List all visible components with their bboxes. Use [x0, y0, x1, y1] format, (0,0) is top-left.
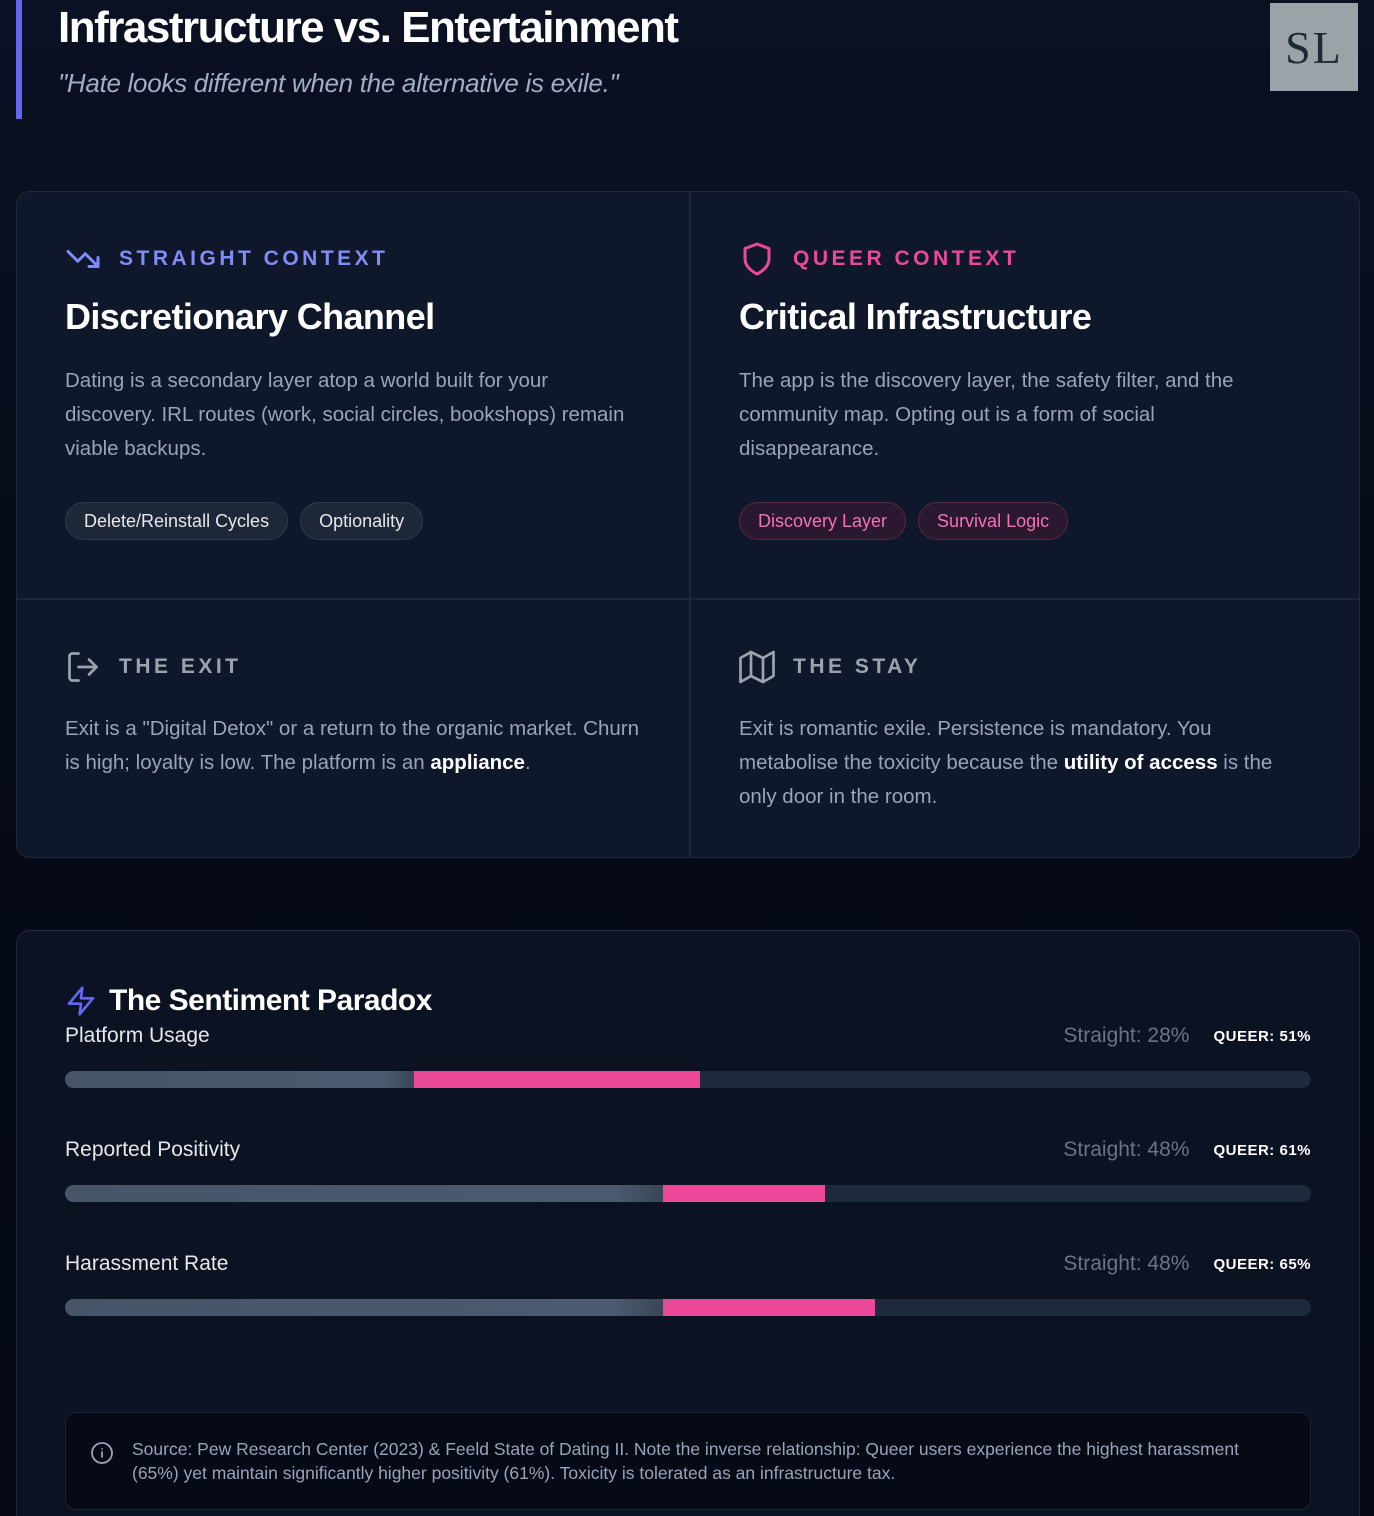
site-logo[interactable]: SL: [1270, 3, 1358, 91]
tag-optionality[interactable]: Optionality: [300, 502, 424, 540]
trending-down-icon: [66, 250, 100, 268]
queer-value: QUEER: 61%: [1213, 1141, 1311, 1159]
straight-bar-fill: [65, 1299, 664, 1316]
queer-context-heading: Critical Infrastructure: [739, 296, 1092, 337]
queer-bar-fill: [413, 1071, 701, 1088]
sentiment-title: The Sentiment Paradox: [109, 984, 432, 1017]
tag-survival-logic[interactable]: Survival Logic: [918, 502, 1069, 540]
kicker-label: QUEER CONTEXT: [793, 247, 1020, 270]
queer-bar-fill: [663, 1299, 875, 1316]
info-icon: [91, 1442, 113, 1464]
straight-bar-fill: [65, 1185, 664, 1202]
straight-context-card: STRAIGHT CONTEXT Discretionary Channel D…: [17, 192, 689, 598]
metric-label: Platform Usage: [65, 1024, 210, 1047]
metric-row: Reported Positivity Straight: 48% QUEER:…: [65, 1133, 1311, 1247]
stay-body: Exit is romantic exile. Persistence is m…: [739, 712, 1313, 814]
page: Infrastructure vs. Entertainment "Hate l…: [0, 0, 1374, 1516]
comparison-bar: [65, 1299, 1311, 1316]
exit-body-end: .: [524, 751, 531, 774]
sentiment-header: The Sentiment Paradox: [65, 983, 1311, 1019]
stay-card: THE STAY Exit is romantic exile. Persist…: [689, 598, 1359, 857]
log-out-icon: [68, 652, 98, 682]
comparison-bar: [65, 1185, 1311, 1202]
straight-context-heading: Discretionary Channel: [65, 296, 435, 337]
exit-body-text: Exit is a "Digital Detox" or a return to…: [65, 717, 639, 774]
shield-icon: [743, 242, 771, 276]
kicker-label: THE EXIT: [119, 655, 242, 678]
source-note: Source: Pew Research Center (2023) & Fee…: [65, 1412, 1311, 1510]
metric-label: Reported Positivity: [65, 1138, 241, 1161]
page-title: Infrastructure vs. Entertainment: [58, 3, 679, 52]
source-note-text: Source: Pew Research Center (2023) & Fee…: [132, 1439, 1239, 1483]
straight-value: Straight: 48%: [1063, 1138, 1190, 1161]
straight-value: Straight: 48%: [1063, 1252, 1190, 1275]
straight-value: Straight: 28%: [1063, 1024, 1190, 1047]
zap-icon: [67, 986, 95, 1016]
page-subtitle: "Hate looks different when the alternati…: [58, 68, 619, 98]
logo-text: SL: [1285, 21, 1343, 73]
stay-kicker: THE STAY: [739, 650, 1313, 684]
exit-card: THE EXIT Exit is a "Digital Detox" or a …: [17, 598, 689, 857]
context-comparison-grid: STRAIGHT CONTEXT Discretionary Channel D…: [16, 191, 1360, 858]
queer-value: QUEER: 51%: [1213, 1027, 1311, 1045]
tag-discovery-layer[interactable]: Discovery Layer: [739, 502, 907, 540]
stay-body-emphasis: utility of access: [1063, 751, 1218, 774]
queer-context-kicker: QUEER CONTEXT: [739, 242, 1313, 276]
straight-context-body: Dating is a secondary layer atop a world…: [65, 369, 625, 460]
queer-value: QUEER: 65%: [1213, 1255, 1311, 1273]
tag-delete-reinstall[interactable]: Delete/Reinstall Cycles: [65, 502, 289, 540]
metric-row: Platform Usage Straight: 28% QUEER: 51%: [65, 1019, 1311, 1133]
metric-label: Harassment Rate: [65, 1252, 229, 1275]
exit-kicker: THE EXIT: [65, 652, 641, 682]
page-header: Infrastructure vs. Entertainment "Hate l…: [16, 0, 916, 119]
exit-body-emphasis: appliance: [430, 751, 525, 774]
straight-bar-fill: [65, 1071, 414, 1088]
metric-row: Harassment Rate Straight: 48% QUEER: 65%: [65, 1247, 1311, 1361]
straight-context-tags: Delete/Reinstall Cycles Optionality: [65, 502, 641, 540]
exit-body: Exit is a "Digital Detox" or a return to…: [65, 712, 641, 780]
queer-context-tags: Discovery Layer Survival Logic: [739, 502, 1313, 540]
kicker-label: THE STAY: [793, 655, 922, 678]
comparison-bar: [65, 1071, 1311, 1088]
map-icon: [739, 650, 775, 684]
queer-context-body: The app is the discovery layer, the safe…: [739, 369, 1234, 460]
queer-context-card: QUEER CONTEXT Critical Infrastructure Th…: [689, 192, 1359, 598]
kicker-label: STRAIGHT CONTEXT: [119, 247, 389, 270]
straight-context-kicker: STRAIGHT CONTEXT: [65, 244, 641, 274]
sentiment-paradox-panel: The Sentiment Paradox Platform Usage Str…: [16, 930, 1360, 1516]
queer-bar-fill: [663, 1185, 826, 1202]
